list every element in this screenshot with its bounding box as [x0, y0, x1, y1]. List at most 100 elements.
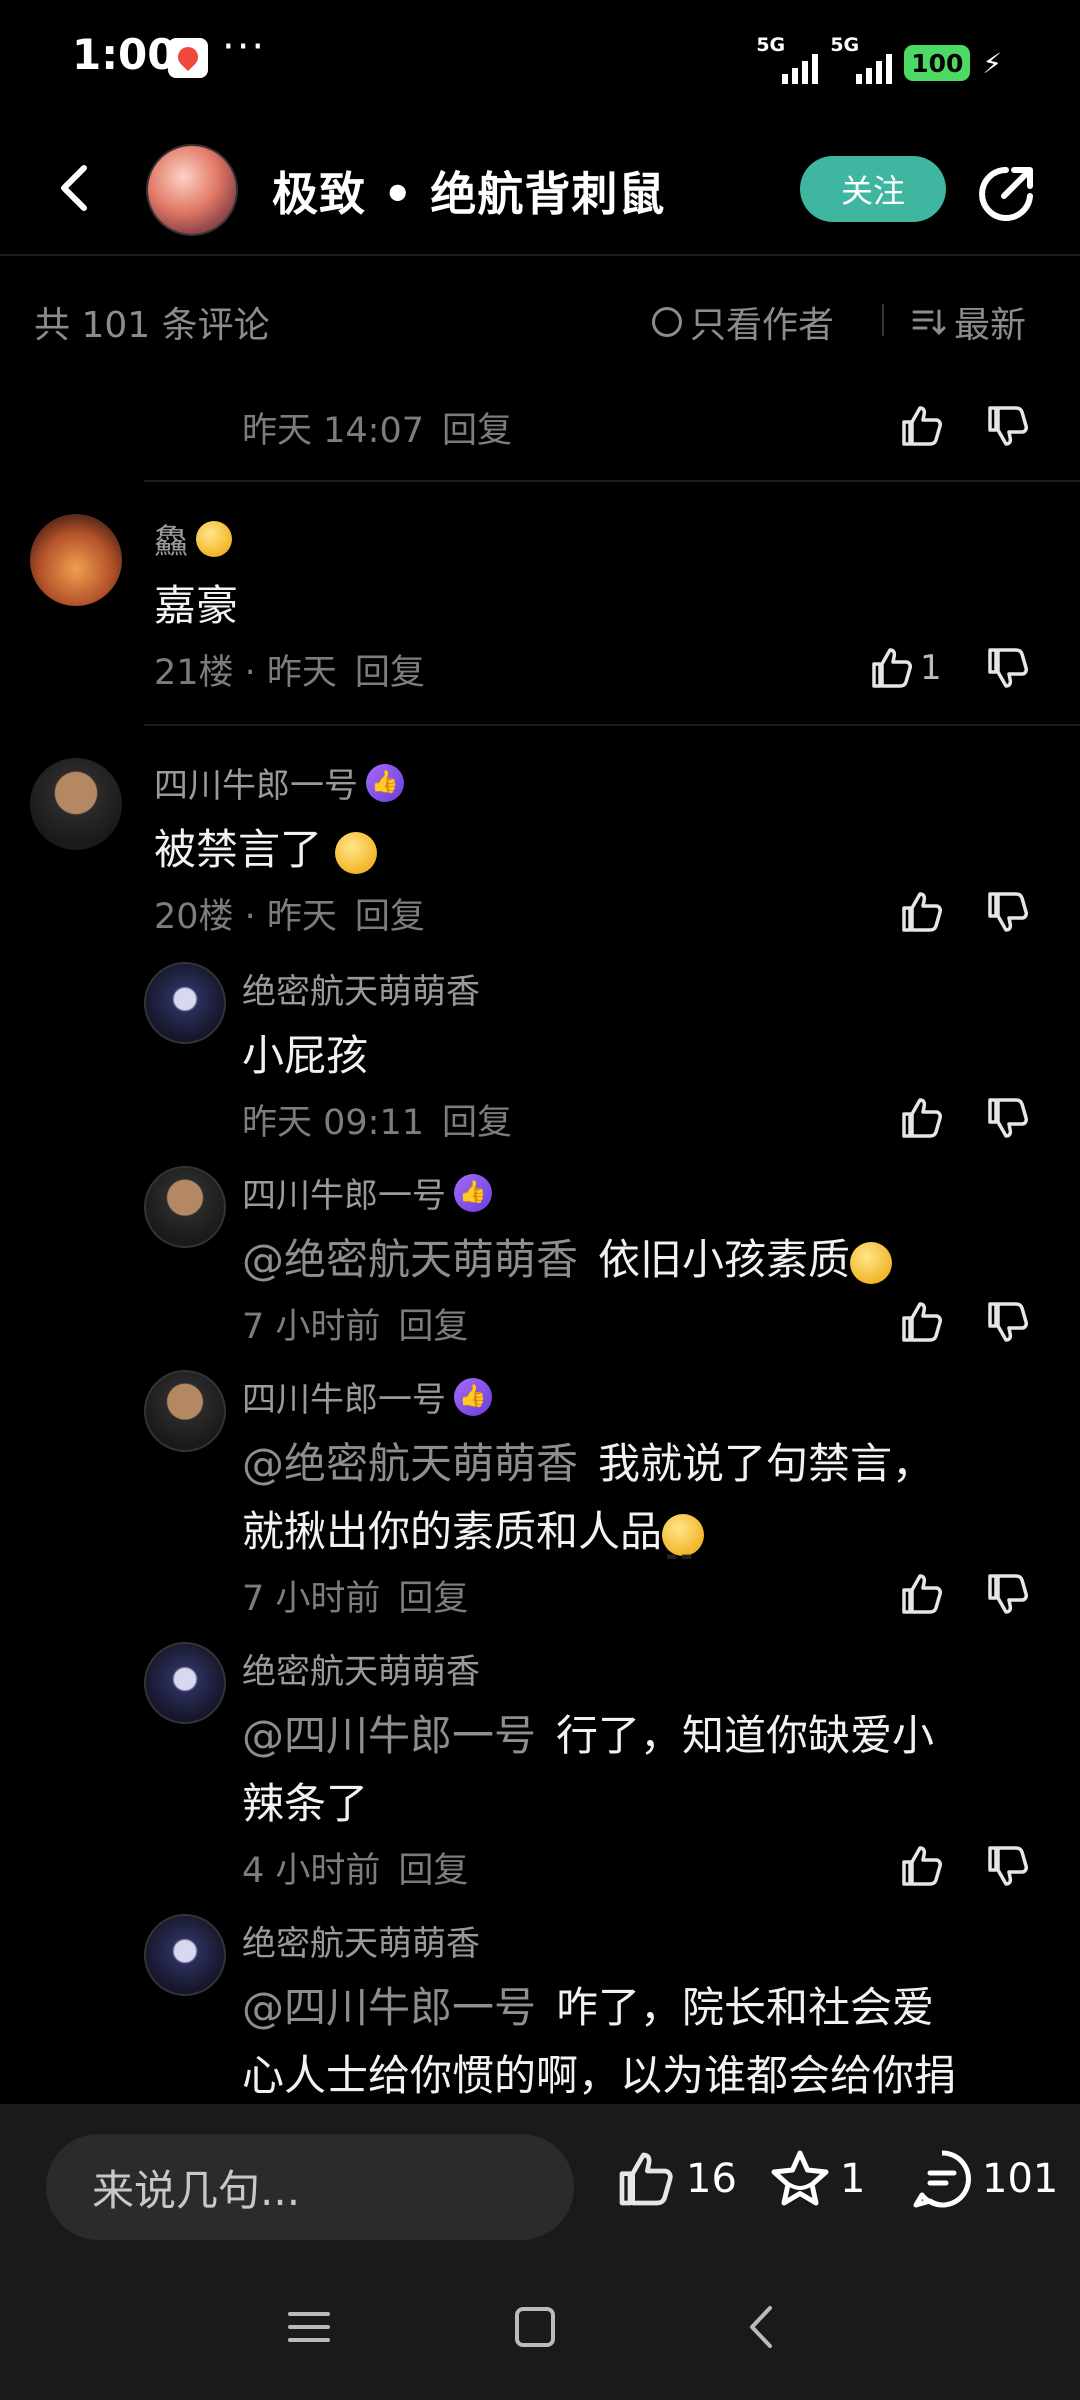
- dislike-button[interactable]: [984, 1840, 1032, 1892]
- thumb-down-icon: [984, 644, 1032, 692]
- comment-count: 共 101 条评论: [34, 305, 270, 346]
- mention-link[interactable]: @绝密航天萌萌香: [242, 1439, 578, 1488]
- avatar[interactable]: [144, 1166, 226, 1248]
- thumb-down-icon: [984, 1298, 1032, 1346]
- reply-meta: 7 小时前 回复: [242, 1307, 469, 1347]
- thumb-up-icon: [898, 1094, 946, 1142]
- menu-icon[interactable]: [276, 2294, 342, 2360]
- username[interactable]: 鱻: [154, 514, 232, 563]
- thumb-up-icon: [898, 402, 946, 450]
- username[interactable]: 绝密航天萌萌香: [242, 1916, 480, 1965]
- like-button[interactable]: [898, 1840, 946, 1892]
- comment-meta: 21楼 · 昨天 回复: [154, 653, 425, 693]
- mention-link[interactable]: @四川牛郎一号: [242, 1983, 536, 2032]
- thumb-down-icon: [984, 1094, 1032, 1142]
- like-button[interactable]: [898, 1092, 946, 1144]
- shy-emoji-icon: [335, 831, 378, 874]
- comment-text: 嘉豪: [154, 581, 239, 630]
- dislike-button[interactable]: [984, 1296, 1032, 1348]
- favorite-button[interactable]: 1: [768, 2144, 865, 2214]
- thumb-down-icon: [984, 402, 1032, 450]
- comments-button[interactable]: 101: [910, 2144, 1058, 2214]
- reply-button[interactable]: 回复: [442, 1103, 512, 1143]
- thumb-down-icon: [984, 1570, 1032, 1618]
- divider: [882, 304, 884, 336]
- like-count: 1: [920, 648, 942, 688]
- battery-indicator: 100: [904, 45, 971, 81]
- reply-text: 小屁孩: [242, 1031, 369, 1080]
- reply-text: 就揪出你的素质和人品: [242, 1498, 705, 1590]
- bottom-action-bar: 来说几句... 16 1 101: [0, 2104, 1080, 2254]
- signal-icon: 5G: [756, 34, 819, 84]
- reply-meta: 7 小时前 回复: [242, 1579, 469, 1619]
- thumb-down-icon: [984, 888, 1032, 936]
- like-count: 16: [686, 2156, 737, 2202]
- like-button[interactable]: [898, 1296, 946, 1348]
- mention-link[interactable]: @绝密航天萌萌香: [242, 1235, 578, 1284]
- author-only-label: 只看作者: [690, 305, 835, 346]
- reply-meta: 昨天 09:11 回复: [242, 1103, 513, 1143]
- comment-meta: 20楼 · 昨天 回复: [154, 897, 425, 937]
- dislike-button[interactable]: [984, 400, 1032, 452]
- sort-latest-button[interactable]: 最新: [912, 296, 1026, 348]
- status-indicators: 5G 5G 100 ⚡: [756, 34, 1002, 84]
- username[interactable]: 四川牛郎一号 👍: [242, 1372, 492, 1421]
- comment-meta: 昨天 14:07 回复: [242, 411, 513, 451]
- like-post-button[interactable]: 16: [614, 2144, 737, 2214]
- avatar[interactable]: [144, 962, 226, 1044]
- reply-button[interactable]: 回复: [398, 1851, 468, 1891]
- comment-list[interactable]: 昨天 14:07 回复 鱻 嘉豪 21楼 · 昨天 回复 1 四川牛郎一号 👍 被禁言…: [0, 388, 1080, 2104]
- reply-text: @绝密航天萌萌香 我就说了句禁言，: [242, 1439, 935, 1488]
- charging-icon: ⚡: [982, 47, 1002, 80]
- thumb-badge-icon: 👍: [454, 1173, 492, 1212]
- home-icon[interactable]: [502, 2294, 568, 2360]
- avatar[interactable]: [144, 1642, 226, 1724]
- username[interactable]: 四川牛郎一号 👍: [242, 1168, 492, 1217]
- author-avatar[interactable]: [146, 144, 238, 236]
- like-button[interactable]: 1: [868, 642, 942, 694]
- sort-icon: [912, 309, 946, 336]
- dislike-button[interactable]: [984, 1568, 1032, 1620]
- user-decoration-icon: [196, 520, 232, 557]
- dislike-button[interactable]: [984, 886, 1032, 938]
- favorite-count: 1: [840, 2156, 866, 2202]
- sunglasses-emoji-icon: [662, 1513, 705, 1590]
- username[interactable]: 四川牛郎一号 👍: [154, 758, 404, 807]
- username[interactable]: 绝密航天萌萌香: [242, 964, 480, 1013]
- divider: [144, 480, 1080, 482]
- like-button[interactable]: [898, 1568, 946, 1620]
- share-icon[interactable]: [976, 162, 1038, 224]
- reply-button[interactable]: 回复: [398, 1579, 468, 1619]
- reply-button[interactable]: 回复: [442, 411, 512, 451]
- like-button[interactable]: [898, 886, 946, 938]
- reply-button[interactable]: 回复: [398, 1307, 468, 1347]
- dislike-button[interactable]: [984, 642, 1032, 694]
- reply-button[interactable]: 回复: [355, 653, 425, 693]
- thumb-down-icon: [984, 1842, 1032, 1890]
- avatar[interactable]: [144, 1370, 226, 1452]
- reply-button[interactable]: 回复: [355, 897, 425, 937]
- mention-link[interactable]: @四川牛郎一号: [242, 1711, 536, 1760]
- author-only-toggle[interactable]: 只看作者: [652, 296, 834, 348]
- avatar[interactable]: [144, 1914, 226, 1996]
- comment-input[interactable]: 来说几句...: [46, 2134, 574, 2240]
- avatar[interactable]: [30, 514, 122, 606]
- like-button[interactable]: [898, 400, 946, 452]
- system-nav-bar: [0, 2254, 1080, 2400]
- back-icon[interactable]: [730, 2294, 796, 2360]
- reply-text: 辣条了: [242, 1779, 369, 1828]
- thumb-up-icon: [898, 1298, 946, 1346]
- status-bar: 1:00 ··· 5G 5G 100 ⚡: [0, 0, 1080, 118]
- thumb-up-icon: [614, 2147, 678, 2211]
- avatar[interactable]: [30, 758, 122, 850]
- thumb-badge-icon: 👍: [366, 763, 404, 802]
- username[interactable]: 绝密航天萌萌香: [242, 1644, 480, 1693]
- thumb-up-icon: [898, 888, 946, 936]
- follow-button[interactable]: 关注: [800, 156, 946, 222]
- maps-notification-icon: [168, 38, 208, 78]
- comment-total: 101: [982, 2156, 1059, 2202]
- dislike-button[interactable]: [984, 1092, 1032, 1144]
- smirk-emoji-icon: [850, 1241, 893, 1284]
- thumb-up-icon: [868, 644, 916, 692]
- back-arrow-icon[interactable]: [46, 158, 106, 218]
